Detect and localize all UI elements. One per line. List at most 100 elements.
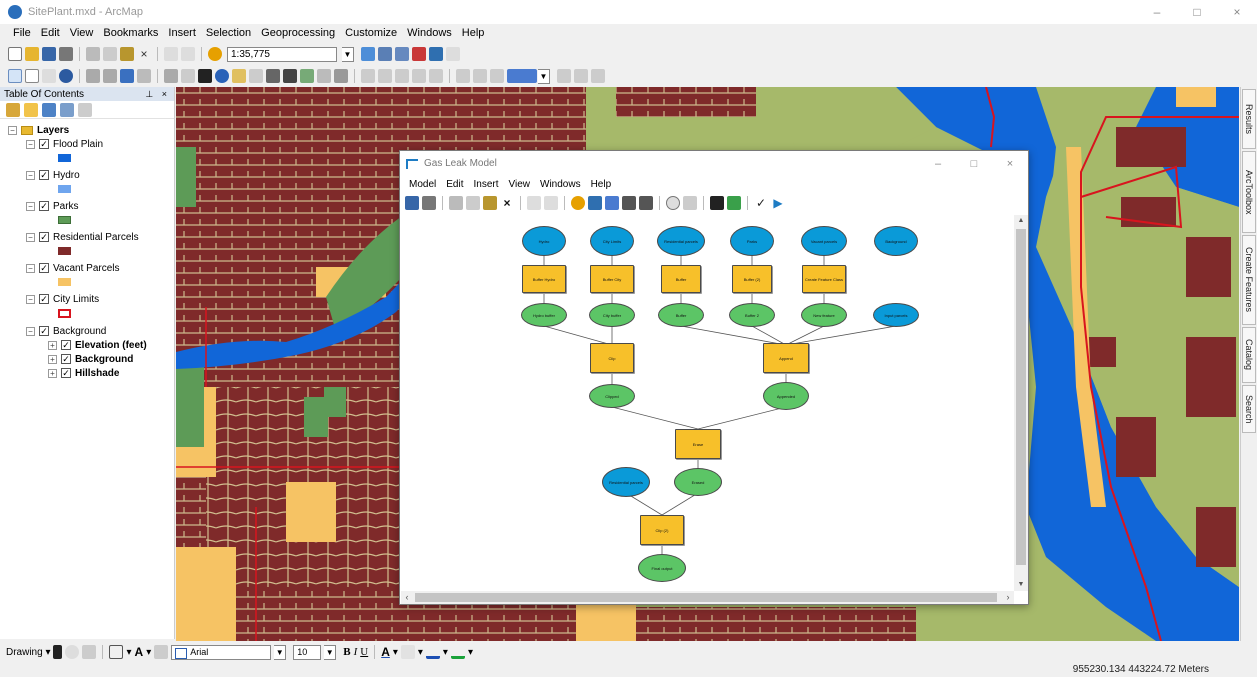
layer-group-background[interactable]: − ✓ Background — [26, 324, 174, 338]
paste-icon[interactable] — [483, 196, 497, 210]
drawing-menu[interactable]: Drawing ▾ — [6, 647, 50, 658]
collapse-icon[interactable]: − — [26, 263, 35, 273]
go-to-xy-icon[interactable] — [317, 69, 331, 83]
output-node[interactable]: Clipped — [589, 384, 635, 408]
color-ramp-icon[interactable] — [507, 69, 537, 83]
italic-icon[interactable]: I — [354, 646, 358, 658]
full-extent-icon[interactable] — [622, 196, 636, 210]
results-tab[interactable]: Results — [1242, 89, 1256, 149]
model-menu-help[interactable]: Help — [586, 179, 617, 190]
layer-hydro[interactable]: − ✓ Hydro — [26, 168, 174, 182]
model-close-button[interactable]: × — [992, 158, 1028, 170]
layer-visibility-checkbox[interactable]: ✓ — [39, 170, 49, 180]
menu-help[interactable]: Help — [457, 27, 490, 39]
rotate-icon[interactable] — [65, 645, 80, 659]
menu-view[interactable]: View — [65, 27, 99, 39]
model-maximize-button[interactable]: □ — [956, 158, 992, 170]
add-connection-icon[interactable] — [588, 196, 602, 210]
search-tab[interactable]: Search — [1242, 385, 1256, 433]
catalog-tab[interactable]: Catalog — [1242, 327, 1256, 383]
arctoolbox-tab[interactable]: ArcToolbox — [1242, 151, 1256, 233]
expand-icon[interactable]: + — [48, 354, 57, 364]
tool-node[interactable]: Erase — [675, 429, 721, 459]
menu-file[interactable]: File — [8, 27, 36, 39]
list-by-drawing-order-icon[interactable] — [6, 102, 20, 117]
layer-visibility-checkbox[interactable]: ✓ — [39, 139, 49, 149]
html-popup-icon[interactable] — [249, 69, 263, 83]
collapse-icon[interactable]: − — [26, 232, 35, 242]
maximize-button[interactable]: □ — [1177, 0, 1217, 24]
find-icon[interactable] — [283, 69, 297, 83]
menu-bookmarks[interactable]: Bookmarks — [98, 27, 163, 39]
layer-visibility-checkbox[interactable]: ✓ — [39, 232, 49, 242]
marker-color-icon[interactable] — [450, 645, 465, 659]
collapse-icon[interactable]: − — [26, 170, 35, 180]
list-by-selection-icon[interactable] — [60, 102, 74, 117]
input-node[interactable]: Input parcels — [873, 303, 919, 327]
output-node[interactable]: Hydro buffer — [521, 303, 567, 327]
input-node[interactable]: Hydro — [522, 226, 566, 256]
layer-visibility-checkbox[interactable]: ✓ — [61, 354, 71, 364]
zoom-in-icon[interactable] — [8, 69, 22, 83]
collapse-icon[interactable]: − — [26, 201, 35, 211]
tool-node[interactable]: Buffer (2) — [732, 265, 772, 293]
toc-options-icon[interactable] — [78, 102, 92, 117]
menu-insert[interactable]: Insert — [163, 27, 201, 39]
line-color-icon[interactable] — [425, 645, 440, 659]
delete-icon[interactable]: × — [137, 47, 151, 61]
tool-node[interactable]: Clip — [590, 343, 634, 373]
model-horizontal-scrollbar[interactable]: ‹ › — [401, 591, 1014, 604]
raster-tool-2-icon[interactable] — [574, 69, 588, 83]
layer-vacant-parcels[interactable]: − ✓ Vacant Parcels — [26, 261, 174, 275]
font-color-icon[interactable]: A — [381, 645, 390, 659]
output-node[interactable]: New feature — [801, 303, 847, 327]
output-node[interactable]: Buffer — [658, 303, 704, 327]
tool-node[interactable]: Create Feature Class — [802, 265, 846, 293]
model-builder-icon[interactable] — [446, 47, 460, 61]
select-elements-icon[interactable] — [198, 69, 212, 83]
output-node[interactable]: Buffer 2 — [729, 303, 775, 327]
tool-node[interactable]: Append — [763, 343, 809, 373]
arctoolbox-icon[interactable] — [412, 47, 426, 61]
list-by-source-icon[interactable] — [24, 102, 38, 117]
model-canvas[interactable]: Hydro City Limits Residential parcels Parks… — [401, 215, 1013, 591]
font-name-select[interactable]: Arial — [171, 644, 272, 660]
input-node[interactable]: City Limits — [590, 226, 634, 256]
layer-residential-parcels[interactable]: − ✓ Residential Parcels — [26, 230, 174, 244]
close-button[interactable]: × — [1217, 0, 1257, 24]
hyperlink-icon[interactable] — [232, 69, 246, 83]
cut-icon[interactable] — [449, 196, 463, 210]
validate-icon[interactable]: ✓ — [754, 196, 768, 210]
new-document-icon[interactable] — [8, 47, 22, 61]
scroll-down-icon[interactable]: ▼ — [1014, 579, 1028, 591]
output-node[interactable]: Erased — [674, 468, 722, 496]
layer-visibility-checkbox[interactable]: ✓ — [61, 368, 71, 378]
fixed-zoom-in-icon[interactable] — [86, 69, 100, 83]
layer-city-limits[interactable]: − ✓ City Limits — [26, 292, 174, 306]
select-features-icon[interactable] — [164, 69, 178, 83]
expand-icon[interactable]: + — [48, 340, 57, 350]
model-menu-view[interactable]: View — [504, 179, 536, 190]
georef-tool-icon[interactable] — [456, 69, 470, 83]
delete-icon[interactable]: × — [500, 196, 514, 210]
layout-tool-5-icon[interactable] — [429, 69, 443, 83]
dropdown-arrow-icon[interactable]: ▾ — [126, 647, 131, 658]
zoom-whole-page-icon[interactable] — [82, 645, 97, 659]
full-extent-icon[interactable] — [59, 69, 73, 83]
print-icon[interactable] — [59, 47, 73, 61]
model-menu-edit[interactable]: Edit — [441, 179, 468, 190]
layer-visibility-checkbox[interactable]: ✓ — [39, 201, 49, 211]
layout-tool-icon[interactable] — [361, 69, 375, 83]
menu-windows[interactable]: Windows — [402, 27, 457, 39]
layer-parks[interactable]: − ✓ Parks — [26, 199, 174, 213]
fill-color-icon[interactable] — [400, 645, 415, 659]
pan-icon[interactable] — [42, 69, 56, 83]
model-menu-model[interactable]: Model — [404, 179, 441, 190]
open-folder-icon[interactable] — [25, 47, 39, 61]
add-data-icon[interactable] — [571, 196, 585, 210]
chevron-down-icon[interactable]: ▼ — [342, 46, 354, 62]
layer-visibility-checkbox[interactable]: ✓ — [39, 326, 49, 336]
georef-tool-3-icon[interactable] — [490, 69, 504, 83]
toc-pin-close[interactable]: ⊥ × — [145, 89, 170, 100]
text-tool-icon[interactable]: A — [135, 645, 144, 659]
